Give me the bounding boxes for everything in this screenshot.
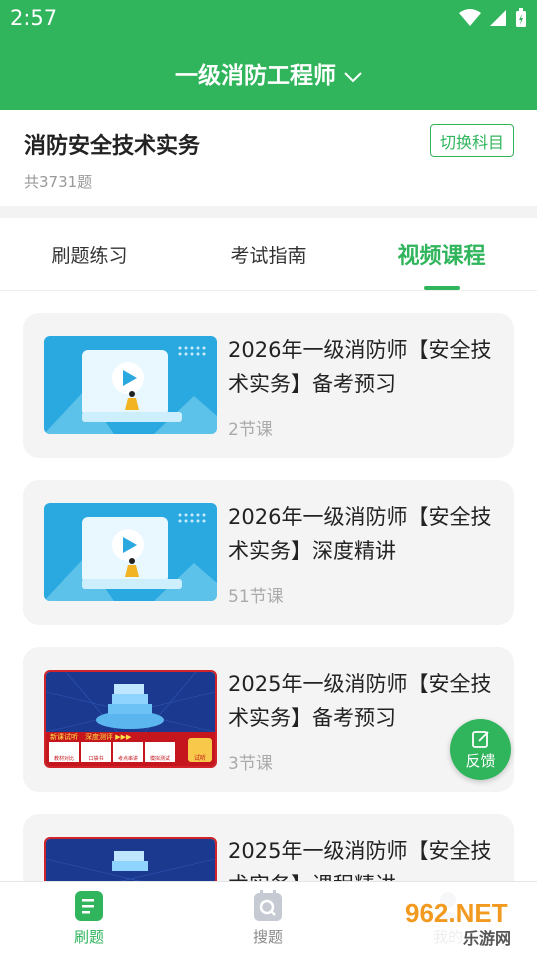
feedback-button[interactable]: 反馈 xyxy=(450,719,511,780)
course-title: 2025年一级消防师【安全技术实务】课程精讲 xyxy=(228,839,492,881)
exam-title: 一级消防工程师 xyxy=(175,63,336,89)
course-card[interactable]: 2026年一级消防师【安全技术实务】深度精讲 51节课 xyxy=(23,480,514,625)
lesson-count: 2节课 xyxy=(228,420,273,440)
signal-icon xyxy=(490,10,506,26)
watermark-cn: 乐游网 xyxy=(463,929,511,948)
course-thumbnail xyxy=(44,837,217,881)
lesson-count: 51节课 xyxy=(228,587,284,607)
subject-name: 消防安全技术实务 xyxy=(24,134,201,159)
thumb-banner-top: 新课试听 深度测评 ▶▶▶ xyxy=(50,733,132,741)
tab-bar: 刷题练习 考试指南 视频课程 xyxy=(0,218,537,291)
tab-label: 刷题练习 xyxy=(51,244,128,267)
active-tab-indicator xyxy=(424,286,460,290)
course-thumbnail: 新课试听 深度测评 ▶▶▶ 教材对比 口袋书 考点串讲 模拟测试 试听 xyxy=(44,670,217,768)
exam-selector[interactable]: 一级消防工程师 xyxy=(0,56,537,90)
course-title: 2025年一级消防师【安全技术实务】备考预习 xyxy=(228,672,492,730)
tab-video-courses[interactable]: 视频课程 xyxy=(352,218,531,290)
bottom-nav: 刷题 搜题 我的 962.NET 乐游网 xyxy=(0,881,537,957)
course-card[interactable]: 2026年一级消防师【安全技术实务】备考预习 2节课 xyxy=(23,313,514,458)
nav-label: 搜题 xyxy=(252,928,283,946)
course-title: 2026年一级消防师【安全技术实务】备考预习 xyxy=(228,338,492,396)
course-thumbnail xyxy=(44,503,217,601)
nav-practice[interactable]: 刷题 xyxy=(44,890,134,947)
course-list[interactable]: 2026年一级消防师【安全技术实务】备考预习 2节课 2026年一级消防师【安全… xyxy=(0,291,537,881)
nav-search[interactable]: 搜题 xyxy=(223,890,313,947)
search-icon xyxy=(254,890,282,921)
video-illustration xyxy=(44,503,217,601)
course-thumbnail xyxy=(44,336,217,434)
course-title: 2026年一级消防师【安全技术实务】深度精讲 xyxy=(228,505,492,563)
course-card[interactable]: 2025年一级消防师【安全技术实务】课程精讲 xyxy=(23,814,514,881)
books-illustration xyxy=(46,839,215,881)
tab-label: 视频课程 xyxy=(397,244,486,269)
edit-icon xyxy=(471,730,489,748)
app-bar: 一级消防工程师 xyxy=(0,36,537,110)
tab-label: 考试指南 xyxy=(230,244,307,267)
watermark-logo: 962.NET 乐游网 xyxy=(395,890,535,952)
status-icons xyxy=(459,8,527,28)
thumb-item: 口袋书 xyxy=(81,742,111,762)
clock: 2:57 xyxy=(10,6,58,30)
question-count: 共3731题 xyxy=(24,173,93,191)
document-icon xyxy=(75,891,103,921)
status-bar: 2:57 xyxy=(0,0,537,36)
battery-icon xyxy=(516,8,526,27)
thumb-badge: 试听 xyxy=(188,738,212,762)
switch-subject-button[interactable]: 切换科目 xyxy=(430,124,514,157)
site-watermark: 962.NET 乐游网 xyxy=(395,890,535,952)
thumb-banner-items: 教材对比 口袋书 考点串讲 模拟测试 xyxy=(49,742,175,762)
subject-panel: 消防安全技术实务 共3731题 切换科目 xyxy=(0,110,537,206)
course-card[interactable]: 新课试听 深度测评 ▶▶▶ 教材对比 口袋书 考点串讲 模拟测试 试听 2025… xyxy=(23,647,514,792)
chevron-down-icon xyxy=(344,71,362,82)
watermark-brand: 962.NET xyxy=(405,898,508,928)
feedback-label: 反馈 xyxy=(465,751,496,770)
thumb-item: 考点串讲 xyxy=(113,742,143,762)
video-illustration xyxy=(44,336,217,434)
lesson-count: 3节课 xyxy=(228,754,273,774)
nav-label: 刷题 xyxy=(73,928,104,946)
wifi-icon xyxy=(459,9,481,26)
tab-exam-guide[interactable]: 考试指南 xyxy=(179,218,358,290)
thumb-item: 模拟测试 xyxy=(145,742,175,762)
thumb-item: 教材对比 xyxy=(49,742,79,762)
tab-practice[interactable]: 刷题练习 xyxy=(0,218,179,290)
